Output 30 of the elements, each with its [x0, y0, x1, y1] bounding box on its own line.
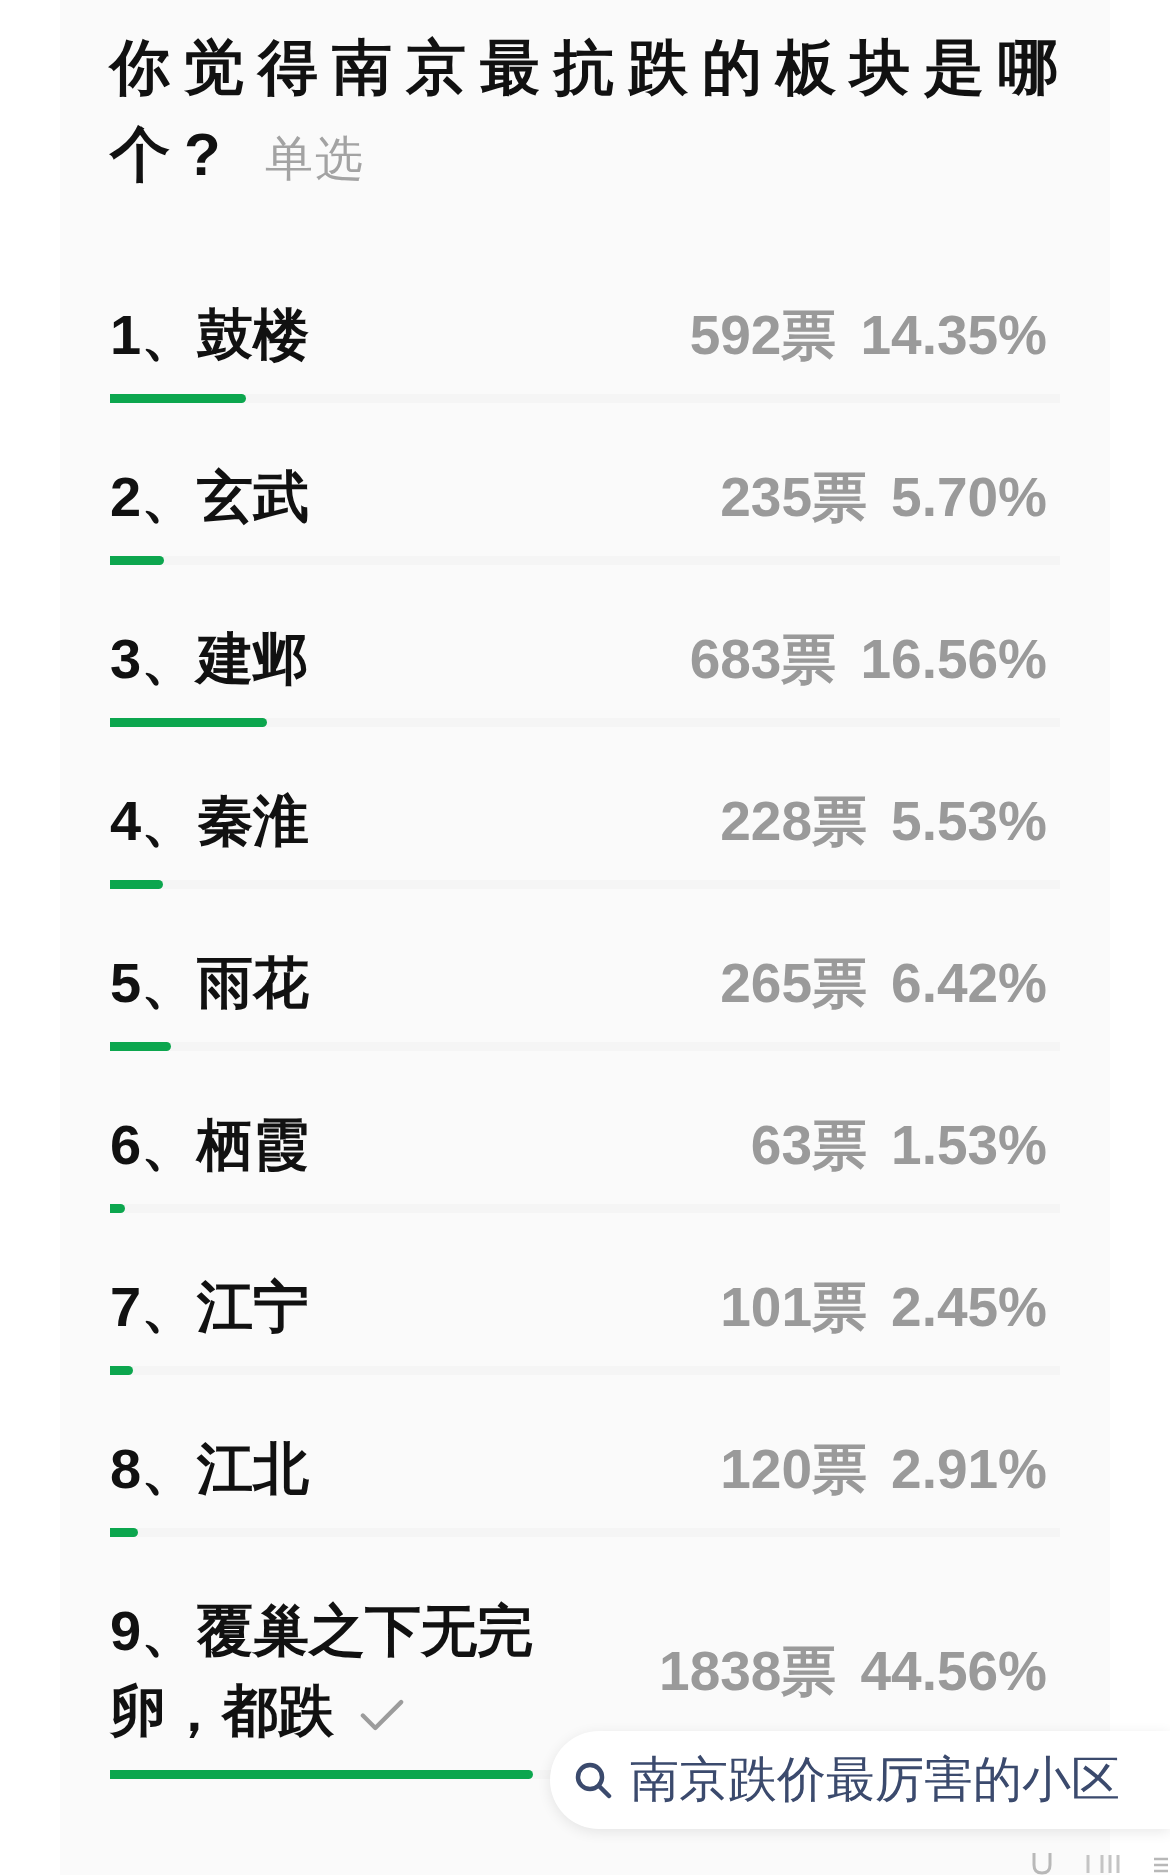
vote-count: 592票 [689, 303, 837, 368]
vote-count: 228票 [720, 789, 868, 854]
vote-percent: 14.35% [860, 303, 1047, 368]
vote-count: 683票 [689, 627, 837, 692]
poll-title: 你觉得南京最抗跌的板块是哪个? 单选 [110, 33, 1073, 190]
option-label: 8、江北 [110, 1437, 310, 1500]
vote-percent: 2.91% [891, 1437, 1047, 1502]
vote-percent: 1.53% [891, 1113, 1047, 1178]
vote-percent: 5.70% [891, 465, 1047, 530]
search-suggestion-popup[interactable]: 南京跌价最厉害的小区 [550, 1731, 1170, 1829]
vote-count: 235票 [720, 465, 868, 530]
option-label: 9、覆巢之下无完卵，都跌 [110, 1599, 534, 1742]
vote-percent: 16.56% [860, 627, 1047, 692]
option-label: 2、玄武 [110, 465, 310, 528]
option-label: 1、鼓楼 [110, 303, 310, 366]
vote-percent: 2.45% [891, 1275, 1047, 1340]
vote-count: 101票 [720, 1275, 868, 1340]
option-label: 3、建邺 [110, 627, 310, 690]
option-label: 5、雨花 [110, 951, 310, 1014]
vote-percent: 44.56% [860, 1639, 1047, 1704]
option-label: 4、秦淮 [110, 789, 310, 852]
vote-count: 265票 [720, 951, 868, 1016]
vote-count: 63票 [750, 1113, 868, 1178]
vote-count: 120票 [720, 1437, 868, 1502]
vote-percent: 6.42% [891, 951, 1047, 1016]
vote-percent: 5.53% [891, 789, 1047, 854]
vote-count: 1838票 [659, 1639, 837, 1704]
search-icon [574, 1761, 612, 1799]
option-label: 6、栖霞 [110, 1113, 310, 1176]
option-label: 7、江宁 [110, 1275, 310, 1338]
